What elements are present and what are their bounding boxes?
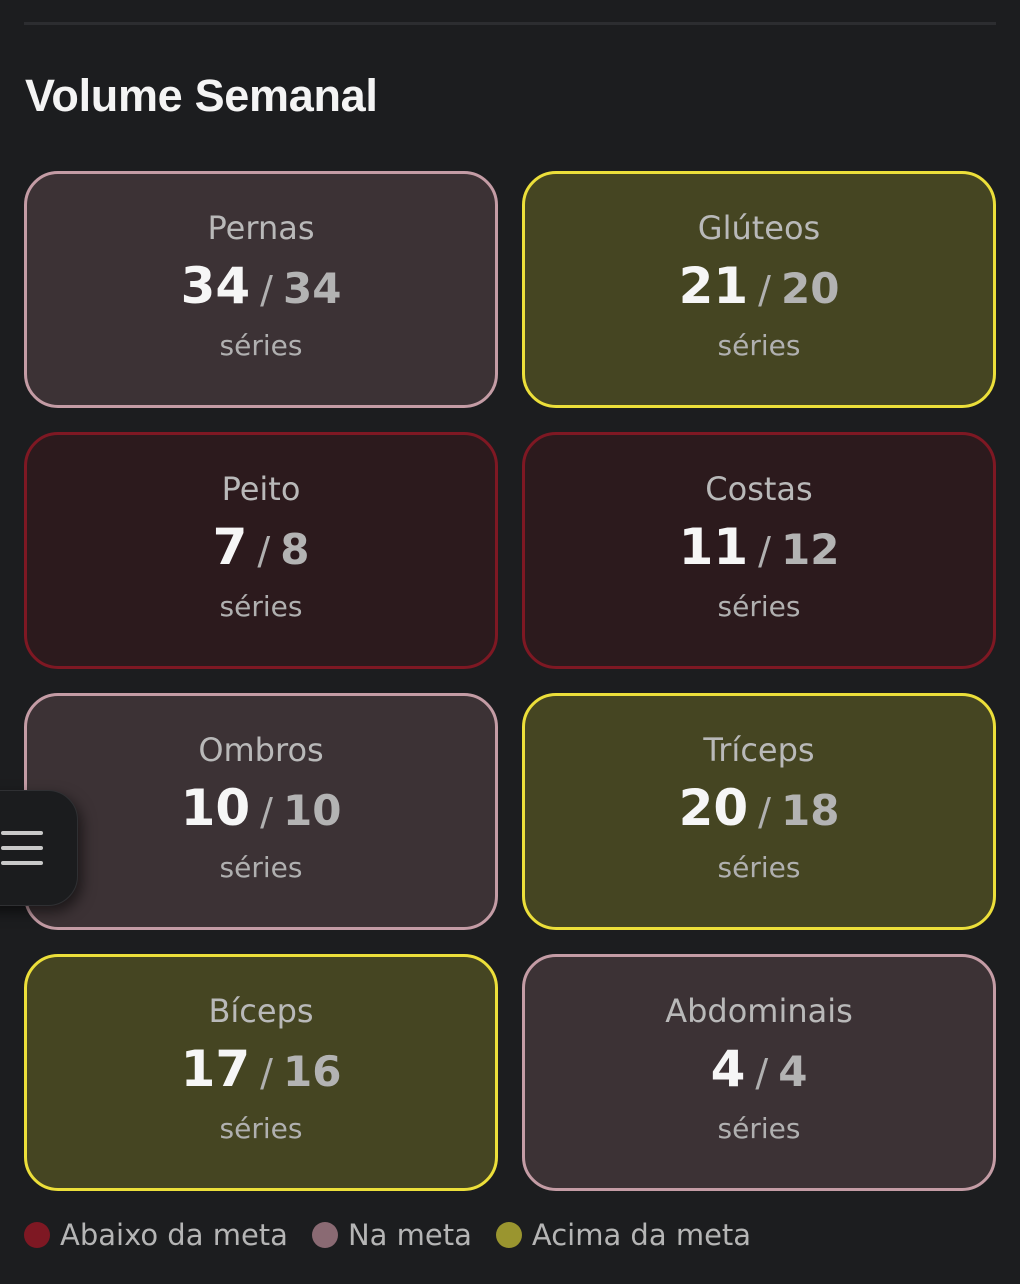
series-count: 10 / 10 [181,782,342,838]
series-unit: séries [219,1112,303,1145]
top-divider [24,22,996,25]
legend-label: Acima da meta [531,1218,752,1252]
series-count: 21 / 20 [679,260,840,316]
muscle-name: Glúteos [697,209,821,247]
muscle-group-grid: Pernas 34 / 34 séries Glúteos 21 / 20 sé… [24,171,996,1191]
muscle-name: Tríceps [703,731,815,769]
muscle-card-ombros[interactable]: Ombros 10 / 10 séries [24,693,498,930]
muscle-name: Peito [221,470,301,508]
series-target: 18 [780,786,840,835]
muscle-name: Ombros [198,731,324,769]
series-separator: / [260,790,273,834]
series-unit: séries [717,1112,801,1145]
page-title: Volume Semanal [25,70,378,121]
series-separator: / [260,268,273,312]
series-done: 4 [710,1040,746,1098]
series-target: 8 [280,525,310,574]
series-done: 17 [180,1040,251,1098]
series-done: 21 [678,257,749,315]
muscle-name: Pernas [207,209,315,247]
series-unit: séries [219,590,303,623]
series-separator: / [257,529,271,573]
muscle-card-pernas[interactable]: Pernas 34 / 34 séries [24,171,498,408]
series-unit: séries [717,329,801,362]
legend-item-on-target: Na meta [311,1218,472,1252]
series-count: 11 / 12 [679,521,840,577]
series-target: 10 [282,786,342,835]
legend-dot-below [24,1222,50,1248]
muscle-card-biceps[interactable]: Bíceps 17 / 16 séries [24,954,498,1191]
muscle-name: Abdominais [665,992,853,1030]
series-count: 7 / 8 [213,521,310,577]
hamburger-menu-icon [1,831,43,865]
series-separator: / [260,1051,273,1095]
side-menu-button[interactable] [0,790,78,906]
series-target: 4 [778,1047,808,1096]
weekly-volume-page: Volume Semanal Pernas 34 / 34 séries Glú… [0,0,1020,1284]
series-target: 12 [780,525,840,574]
series-unit: séries [717,590,801,623]
legend-item-above: Acima da meta [495,1218,752,1252]
series-separator: / [755,1051,769,1095]
series-count: 4 / 4 [711,1043,808,1099]
muscle-card-gluteos[interactable]: Glúteos 21 / 20 séries [522,171,996,408]
series-done: 7 [212,518,248,576]
muscle-name: Bíceps [208,992,314,1030]
series-done: 20 [678,779,749,837]
series-target: 16 [282,1047,342,1096]
legend-label: Abaixo da meta [60,1218,288,1252]
legend-label: Na meta [347,1218,472,1252]
series-separator: / [758,268,771,312]
status-legend: Abaixo da meta Na meta Acima da meta [24,1218,775,1252]
series-done: 34 [180,257,251,315]
series-unit: séries [219,329,303,362]
muscle-card-peito[interactable]: Peito 7 / 8 séries [24,432,498,669]
series-separator: / [758,529,771,573]
series-separator: / [758,790,771,834]
legend-item-below: Abaixo da meta [24,1218,288,1252]
muscle-card-costas[interactable]: Costas 11 / 12 séries [522,432,996,669]
muscle-card-abdominais[interactable]: Abdominais 4 / 4 séries [522,954,996,1191]
legend-dot-above [495,1222,522,1248]
series-count: 20 / 18 [679,782,840,838]
legend-dot-on-target [311,1222,338,1248]
muscle-name: Costas [705,470,813,508]
series-done: 11 [678,518,749,576]
series-unit: séries [717,851,801,884]
series-done: 10 [180,779,251,837]
series-target: 34 [282,264,342,313]
series-count: 34 / 34 [181,260,342,316]
series-unit: séries [219,851,303,884]
series-count: 17 / 16 [181,1043,342,1099]
series-target: 20 [780,264,840,313]
muscle-card-triceps[interactable]: Tríceps 20 / 18 séries [522,693,996,930]
